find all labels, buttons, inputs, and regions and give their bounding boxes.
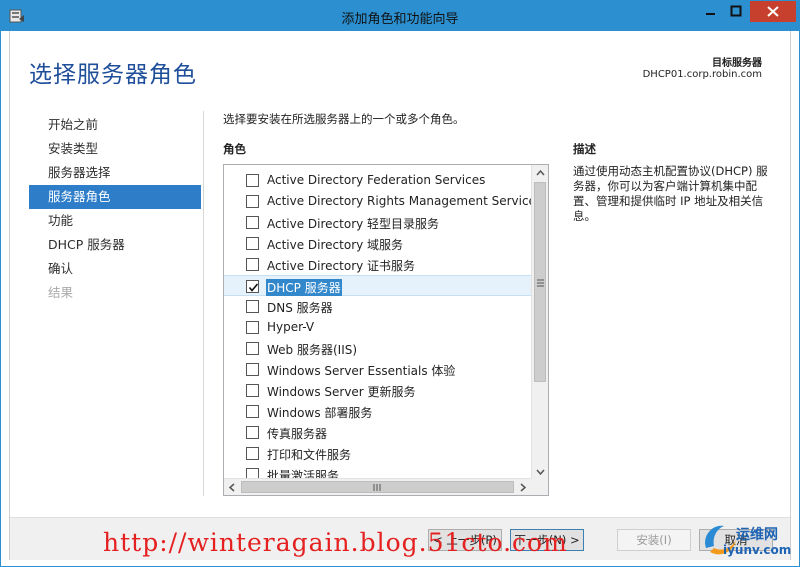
maximize-button[interactable] bbox=[723, 1, 749, 22]
role-list-item[interactable]: DNS 服务器 bbox=[224, 296, 531, 317]
checkbox-icon[interactable] bbox=[246, 300, 259, 313]
role-list-item[interactable]: Windows Server Essentials 体验 bbox=[224, 359, 531, 380]
role-list-item[interactable]: Hyper-V bbox=[224, 317, 531, 338]
nav-item-server-roles[interactable]: 服务器角色 bbox=[29, 185, 201, 209]
scroll-up-arrow-icon[interactable] bbox=[532, 165, 548, 182]
role-label: Web 服务器(IIS) bbox=[267, 343, 358, 357]
checkbox-icon[interactable] bbox=[246, 174, 259, 187]
nav-item-confirmation[interactable]: 确认 bbox=[29, 257, 201, 281]
checkbox-icon[interactable] bbox=[246, 237, 259, 250]
role-label: 传真服务器 bbox=[267, 427, 328, 441]
role-list-item[interactable]: Windows Server 更新服务 bbox=[224, 380, 531, 401]
checkbox-icon[interactable] bbox=[246, 384, 259, 397]
role-label: Active Directory 轻型目录服务 bbox=[267, 217, 440, 231]
target-server-name: DHCP01.corp.robin.com bbox=[642, 69, 762, 80]
scroll-grip-icon bbox=[373, 484, 381, 491]
url-watermark: http://winteragain.blog.51cto.com bbox=[103, 528, 568, 557]
vertical-scrollbar[interactable] bbox=[531, 165, 548, 480]
vertical-scroll-thumb[interactable] bbox=[534, 182, 546, 382]
nav-item-installation-type[interactable]: 安装类型 bbox=[29, 137, 201, 161]
checkbox-checked-icon[interactable] bbox=[246, 280, 259, 293]
role-list-item[interactable]: DHCP 服务器 bbox=[224, 275, 531, 296]
role-list-item[interactable]: Active Directory 轻型目录服务 bbox=[224, 212, 531, 233]
checkbox-icon[interactable] bbox=[246, 363, 259, 376]
title-bar[interactable]: 添加角色和功能向导 bbox=[1, 1, 799, 31]
role-list-item[interactable]: Active Directory Rights Management Servi… bbox=[224, 191, 531, 212]
checkbox-icon[interactable] bbox=[246, 342, 259, 355]
logo-cn-text: 运维网 bbox=[736, 527, 778, 543]
scroll-grip-icon bbox=[537, 279, 544, 287]
role-label: Active Directory Federation Services bbox=[267, 173, 486, 187]
instructions-text: 选择要安装在所选服务器上的一个或多个角色。 bbox=[223, 112, 465, 126]
scroll-left-arrow-icon[interactable] bbox=[224, 479, 241, 495]
checkbox-icon[interactable] bbox=[246, 216, 259, 229]
minimize-button[interactable] bbox=[697, 1, 723, 22]
wizard-window: 添加角色和功能向导 选择服务器角色 目标服务器 DHCP01.corp.robi… bbox=[0, 0, 800, 567]
roles-list[interactable]: Active Directory Federation Services Acti… bbox=[223, 164, 549, 496]
nav-divider bbox=[203, 111, 204, 496]
install-button: 安装(I) bbox=[617, 529, 691, 551]
scroll-right-arrow-icon[interactable] bbox=[514, 479, 531, 495]
horizontal-scroll-thumb[interactable] bbox=[241, 481, 514, 493]
nav-item-dhcp-server[interactable]: DHCP 服务器 bbox=[29, 233, 201, 257]
role-label: Hyper-V bbox=[267, 320, 315, 334]
logo-en-text: iyunv.com bbox=[723, 543, 792, 557]
nav-item-results: 结果 bbox=[48, 285, 74, 300]
checkbox-icon[interactable] bbox=[246, 321, 259, 334]
wizard-nav: 开始之前 安装类型 服务器选择 服务器角色 功能 DHCP 服务器 确认 结果 bbox=[29, 113, 201, 305]
description-text: 通过使用动态主机配置协议(DHCP) 服务器，你可以为客户端计算机集中配置、管理… bbox=[573, 164, 768, 223]
checkbox-icon[interactable] bbox=[246, 405, 259, 418]
role-list-item[interactable]: 传真服务器 bbox=[224, 422, 531, 443]
horizontal-scrollbar[interactable] bbox=[224, 478, 531, 495]
checkbox-icon[interactable] bbox=[246, 195, 259, 208]
description-header: 描述 bbox=[573, 142, 596, 156]
role-list-item[interactable]: Active Directory 证书服务 bbox=[224, 254, 531, 275]
role-list-item[interactable]: 打印和文件服务 bbox=[224, 443, 531, 464]
roles-list-items: Active Directory Federation Services Acti… bbox=[224, 165, 531, 480]
role-list-item[interactable]: Active Directory 域服务 bbox=[224, 233, 531, 254]
role-label: DNS 服务器 bbox=[267, 301, 333, 315]
scrollbar-corner bbox=[531, 478, 548, 495]
role-list-item[interactable]: Active Directory Federation Services bbox=[224, 170, 531, 191]
roles-header: 角色 bbox=[223, 142, 246, 156]
role-list-item[interactable]: Web 服务器(IIS) bbox=[224, 338, 531, 359]
role-label: Windows Server 更新服务 bbox=[267, 385, 416, 399]
role-label: Active Directory 域服务 bbox=[267, 238, 404, 252]
role-label: Windows Server Essentials 体验 bbox=[267, 364, 456, 378]
role-label: Active Directory 证书服务 bbox=[267, 259, 416, 273]
role-label: DHCP 服务器 bbox=[266, 279, 342, 296]
nav-item-server-selection[interactable]: 服务器选择 bbox=[29, 161, 201, 185]
checkbox-icon[interactable] bbox=[246, 447, 259, 460]
page-title: 选择服务器角色 bbox=[29, 62, 197, 88]
role-list-item[interactable]: Windows 部署服务 bbox=[224, 401, 531, 422]
role-label: Active Directory Rights Management Servi… bbox=[267, 194, 531, 208]
close-button[interactable] bbox=[750, 1, 796, 22]
window-title: 添加角色和功能向导 bbox=[341, 12, 459, 27]
nav-item-features[interactable]: 功能 bbox=[29, 209, 201, 233]
role-label: 打印和文件服务 bbox=[267, 448, 352, 462]
site-logo-watermark: 运维网 iyunv.com bbox=[698, 518, 798, 564]
nav-item-before-you-begin[interactable]: 开始之前 bbox=[29, 113, 201, 137]
checkbox-icon[interactable] bbox=[246, 426, 259, 439]
role-label: Windows 部署服务 bbox=[267, 406, 373, 420]
checkbox-icon[interactable] bbox=[246, 258, 259, 271]
wizard-content: 选择服务器角色 目标服务器 DHCP01.corp.robin.com 开始之前… bbox=[9, 31, 791, 560]
target-server-label: 目标服务器 bbox=[712, 58, 762, 69]
